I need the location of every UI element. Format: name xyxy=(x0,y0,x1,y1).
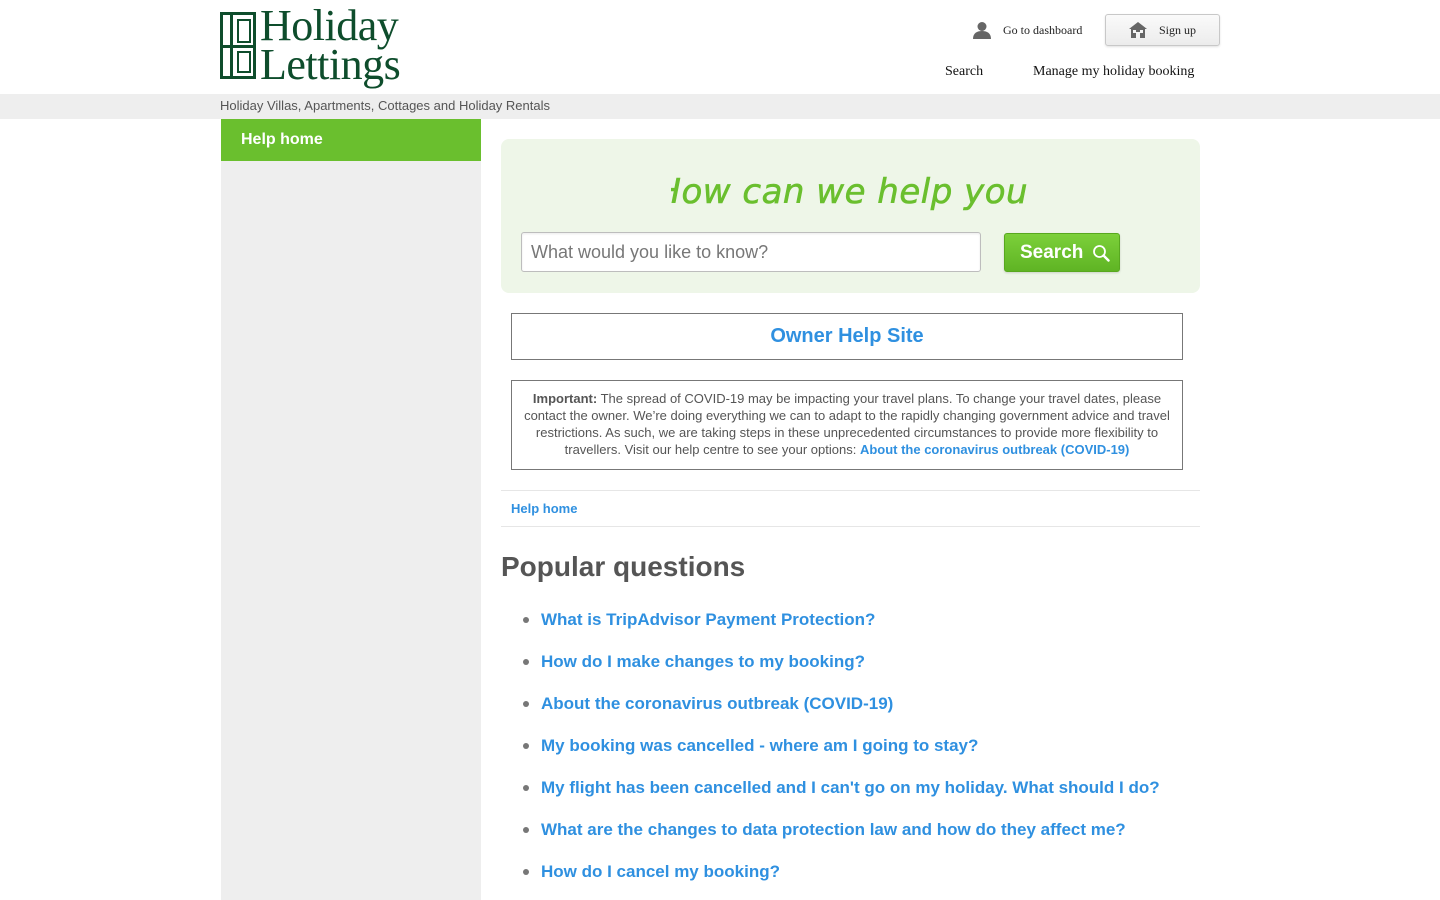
go-to-dashboard-link[interactable]: Go to dashboard xyxy=(972,20,1082,40)
notice-covid-link[interactable]: About the coronavirus outbreak (COVID-19… xyxy=(860,442,1129,457)
covid-notice: Important: The spread of COVID-19 may be… xyxy=(511,380,1183,470)
popular-questions-list: What is TripAdvisor Payment Protection? … xyxy=(501,606,1200,900)
logo-window-icon xyxy=(220,12,256,79)
help-heading-text: How can we help you? xyxy=(655,172,1046,213)
question-link[interactable]: What are the changes to data protection … xyxy=(541,820,1126,839)
bullet-icon xyxy=(523,869,529,875)
search-button-label: Search xyxy=(1020,241,1084,263)
list-item: About the coronavirus outbreak (COVID-19… xyxy=(501,690,1200,732)
sidebar-item-help-home[interactable]: Help home xyxy=(221,119,481,161)
list-item: What are the changes to data protection … xyxy=(501,816,1200,858)
help-search-input[interactable] xyxy=(521,232,981,272)
dashboard-label: Go to dashboard xyxy=(1003,22,1083,37)
sign-up-button[interactable]: Sign up xyxy=(1105,14,1220,46)
logo-wordmark: Holiday Lettings xyxy=(260,4,401,89)
person-icon xyxy=(973,22,991,39)
bullet-icon xyxy=(523,701,529,707)
notice-strong: Important: xyxy=(532,391,598,406)
site-tagline: Holiday Villas, Apartments, Cottages and… xyxy=(220,98,550,113)
house-icon xyxy=(1129,22,1147,38)
popular-questions-title: Popular questions xyxy=(501,551,746,582)
help-search-panel: How can we help you? Search xyxy=(501,139,1200,293)
help-search-button[interactable]: Search xyxy=(1004,233,1120,272)
sign-up-label: Sign up xyxy=(1159,22,1197,37)
nav-search-link[interactable]: Search xyxy=(945,64,983,80)
bullet-icon xyxy=(523,617,529,623)
question-link[interactable]: My booking was cancelled - where am I go… xyxy=(541,736,978,755)
list-item: My booking was cancelled - where am I go… xyxy=(501,732,1200,774)
question-link[interactable]: What is TripAdvisor Payment Protection? xyxy=(541,610,875,629)
list-item: How do I cancel my booking? xyxy=(501,858,1200,900)
tagline-bar: Holiday Villas, Apartments, Cottages and… xyxy=(0,94,1440,119)
site-header: Holiday Lettings Go to dashboard Sign up… xyxy=(0,0,1440,94)
bullet-icon xyxy=(523,659,529,665)
breadcrumb: Help home xyxy=(501,490,1200,527)
list-item: My flight has been cancelled and I can't… xyxy=(501,774,1200,816)
list-item: How do I make changes to my booking? xyxy=(501,648,1200,690)
magnifier-icon xyxy=(1093,244,1111,262)
help-heading-label: How can we help you? xyxy=(671,172,1031,212)
nav-manage-booking-link[interactable]: Manage my holiday booking xyxy=(1033,64,1194,80)
question-link[interactable]: My flight has been cancelled and I can't… xyxy=(541,778,1160,797)
logo-line-2: Lettings xyxy=(260,40,401,89)
owner-help-site-link[interactable]: Owner Help Site xyxy=(511,313,1183,360)
question-link[interactable]: How do I cancel my booking? xyxy=(541,862,780,881)
bullet-icon xyxy=(523,827,529,833)
help-heading: How can we help you? xyxy=(501,167,1200,224)
bullet-icon xyxy=(523,785,529,791)
question-link[interactable]: How do I make changes to my booking? xyxy=(541,652,865,671)
question-link[interactable]: About the coronavirus outbreak (COVID-19… xyxy=(541,694,893,713)
list-item: What is TripAdvisor Payment Protection? xyxy=(501,606,1200,648)
breadcrumb-help-home[interactable]: Help home xyxy=(511,501,577,516)
help-sidebar: Help home xyxy=(221,119,481,900)
holiday-lettings-logo[interactable]: Holiday Lettings xyxy=(220,4,422,90)
bullet-icon xyxy=(523,743,529,749)
